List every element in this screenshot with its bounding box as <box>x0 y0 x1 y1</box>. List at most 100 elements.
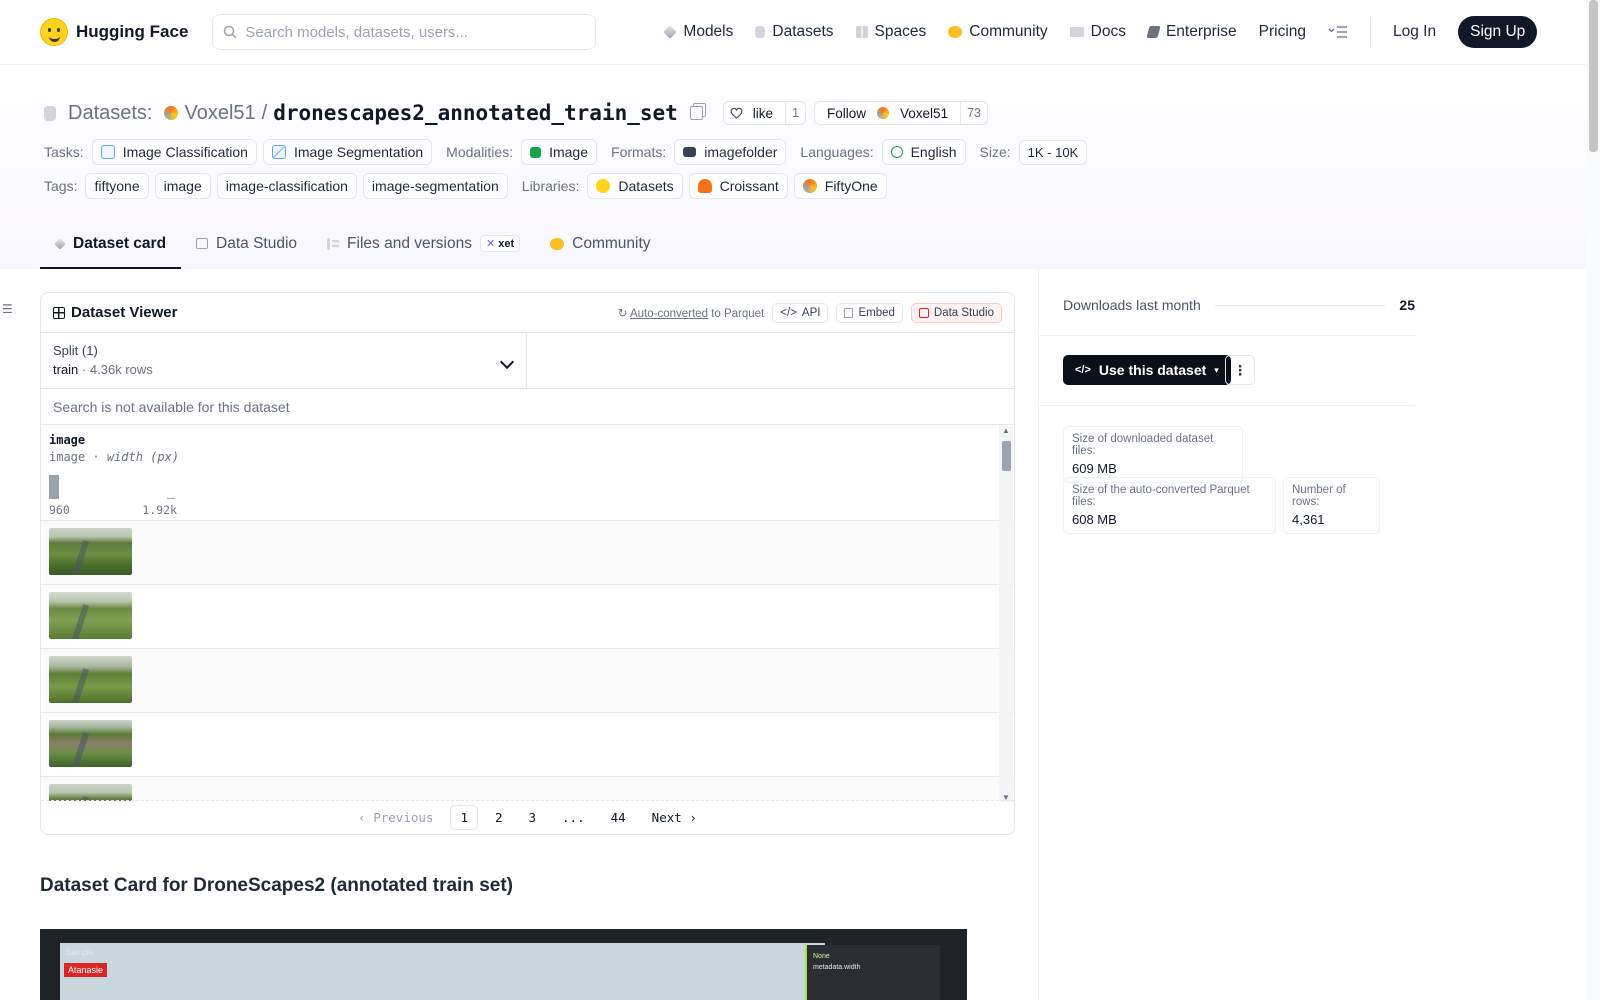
page-button[interactable]: 1 <box>450 805 478 830</box>
nav-datasets[interactable]: Datasets <box>755 23 834 41</box>
column-type-name: image <box>49 450 86 464</box>
table-row[interactable] <box>41 713 1014 777</box>
table-row[interactable] <box>41 585 1014 649</box>
language-tag-english[interactable]: English <box>881 139 966 165</box>
nav-pricing[interactable]: Pricing <box>1259 23 1306 41</box>
code-icon: </> <box>780 306 797 319</box>
repo-title: Datasets: Voxel51 / dronescapes2_annotat… <box>44 101 988 125</box>
breadcrumb-slash: / <box>261 101 268 124</box>
drone-image-thumbnail[interactable] <box>49 784 132 801</box>
hugging-face-small-icon <box>596 179 611 193</box>
previous-page-button[interactable]: ‹ Previous <box>349 806 442 829</box>
more-menu-button[interactable] <box>1328 25 1348 39</box>
drone-image-thumbnail[interactable] <box>49 592 132 639</box>
page-scrollbar[interactable] <box>1586 0 1600 1000</box>
task-tag-image-classification[interactable]: Image Classification <box>91 139 257 165</box>
api-button[interactable]: </> API <box>772 302 829 323</box>
column-type-sep: · <box>92 450 100 464</box>
search-input[interactable]: Search models, datasets, users... <box>212 14 597 50</box>
owner-link[interactable]: Voxel51 <box>184 102 255 125</box>
tab-files-and-versions[interactable]: Files and versions ✕ xet <box>312 220 535 269</box>
tasks-label: Tasks: <box>44 144 84 160</box>
tag-image-segmentation[interactable]: image-segmentation <box>362 173 508 199</box>
nav-docs[interactable]: Docs <box>1069 23 1126 41</box>
parquet-size-box: Size of the auto-converted Parquet files… <box>1063 477 1276 534</box>
brand-link[interactable]: Hugging Face <box>40 18 188 46</box>
like-button[interactable]: like 1 <box>722 101 807 125</box>
download-size-value: 609 MB <box>1072 461 1117 476</box>
table-row[interactable] <box>41 521 1014 585</box>
page-scrollbar-thumb[interactable] <box>1589 0 1598 152</box>
drone-image-thumbnail[interactable] <box>49 656 132 703</box>
tab-label: Files and versions <box>347 234 472 252</box>
column-name: image <box>49 433 86 447</box>
modality-tag-image[interactable]: Image <box>521 139 598 165</box>
community-icon <box>948 26 963 38</box>
modalities-label: Modalities: <box>446 144 514 160</box>
scroll-up-icon[interactable]: ▲ <box>1002 426 1010 435</box>
next-page-button[interactable]: Next › <box>643 806 706 829</box>
table-row[interactable] <box>41 777 1014 801</box>
auto-converted-link[interactable]: Auto-converted <box>630 308 708 320</box>
language-label: English <box>910 144 957 160</box>
copy-icon[interactable] <box>689 106 703 120</box>
screenshot-side-item: metadata.width <box>813 964 861 971</box>
nav-community[interactable]: Community <box>948 23 1048 41</box>
dataset-name[interactable]: dronescapes2_annotated_train_set <box>273 101 678 125</box>
tab-data-studio[interactable]: Data Studio <box>181 220 312 269</box>
nav-enterprise-label: Enterprise <box>1165 23 1237 40</box>
pagination: ‹ Previous 1 2 3 ... 44 Next › <box>41 800 1014 834</box>
drone-image-thumbnail[interactable] <box>49 720 132 767</box>
follow-button[interactable]: Follow Voxel51 73 <box>814 101 988 125</box>
table-row[interactable] <box>41 649 1014 713</box>
follow-wrap: Follow Voxel51 <box>815 102 960 124</box>
grid-icon <box>53 306 65 319</box>
library-tag-croissant[interactable]: Croissant <box>688 173 788 199</box>
toc-toggle-icon[interactable]: ☰ <box>2 302 13 316</box>
download-size-label: Size of downloaded dataset files: <box>1072 433 1214 457</box>
download-size-box: Size of downloaded dataset files: 609 MB <box>1063 426 1243 483</box>
downloads-label: Downloads last month <box>1063 297 1201 313</box>
tab-dataset-card[interactable]: Dataset card <box>40 220 182 269</box>
task-tag-image-segmentation[interactable]: Image Segmentation <box>262 139 433 165</box>
signup-button[interactable]: Sign Up <box>1458 16 1538 48</box>
tag-fiftyone[interactable]: fiftyone <box>85 173 149 199</box>
page-button[interactable]: 44 <box>602 806 635 829</box>
size-tag[interactable]: 1K - 10K <box>1018 139 1088 165</box>
page-button[interactable]: 2 <box>486 806 512 829</box>
library-tag-fiftyone[interactable]: FiftyOne <box>793 173 887 199</box>
tag-image-classification[interactable]: image-classification <box>216 173 357 199</box>
data-studio-button[interactable]: Data Studio <box>910 302 1002 323</box>
page-button[interactable]: 3 <box>520 806 546 829</box>
tag-image[interactable]: image <box>154 173 211 199</box>
nav-models[interactable]: Models <box>663 23 733 41</box>
metadata-row-2: Tags: fiftyone image image-classificatio… <box>44 173 887 199</box>
dataset-card-title: Dataset Card for DroneScapes2 (annotated… <box>40 875 514 896</box>
use-this-dataset-button[interactable]: </> Use this dataset ▾ <box>1063 355 1231 385</box>
more-options-button[interactable]: ⋮ <box>1225 355 1255 385</box>
next-label: Next <box>651 810 682 825</box>
formats-label: Formats: <box>611 144 667 160</box>
split-separator: · <box>81 362 87 377</box>
tab-label: Community <box>572 234 651 252</box>
nav-enterprise[interactable]: Enterprise <box>1146 23 1237 41</box>
split-selector[interactable]: Split (1) train · 4.36k rows <box>41 333 527 388</box>
table-scrollbar[interactable]: ▲ ▼ <box>999 426 1013 802</box>
models-icon <box>663 25 678 39</box>
format-label: imagefolder <box>704 144 778 160</box>
breadcrumb-datasets[interactable]: Datasets: <box>68 102 152 125</box>
tab-community[interactable]: Community <box>535 220 665 269</box>
format-tag-imagefolder[interactable]: imagefolder <box>674 139 787 165</box>
library-tag-datasets[interactable]: Datasets <box>587 173 683 199</box>
scrollbar-thumb[interactable] <box>1002 441 1011 471</box>
login-link[interactable]: Log In <box>1393 23 1436 41</box>
more-menu-icon <box>1328 26 1348 38</box>
size-label: Size: <box>979 144 1011 160</box>
follow-count: 73 <box>960 102 987 124</box>
embed-button[interactable]: Embed <box>836 302 903 323</box>
drone-image-thumbnail[interactable] <box>49 528 132 575</box>
previous-label: Previous <box>373 810 434 825</box>
sidebar-divider <box>1039 405 1415 406</box>
nav-spaces[interactable]: Spaces <box>855 23 926 41</box>
code-icon: </> <box>1075 364 1091 376</box>
